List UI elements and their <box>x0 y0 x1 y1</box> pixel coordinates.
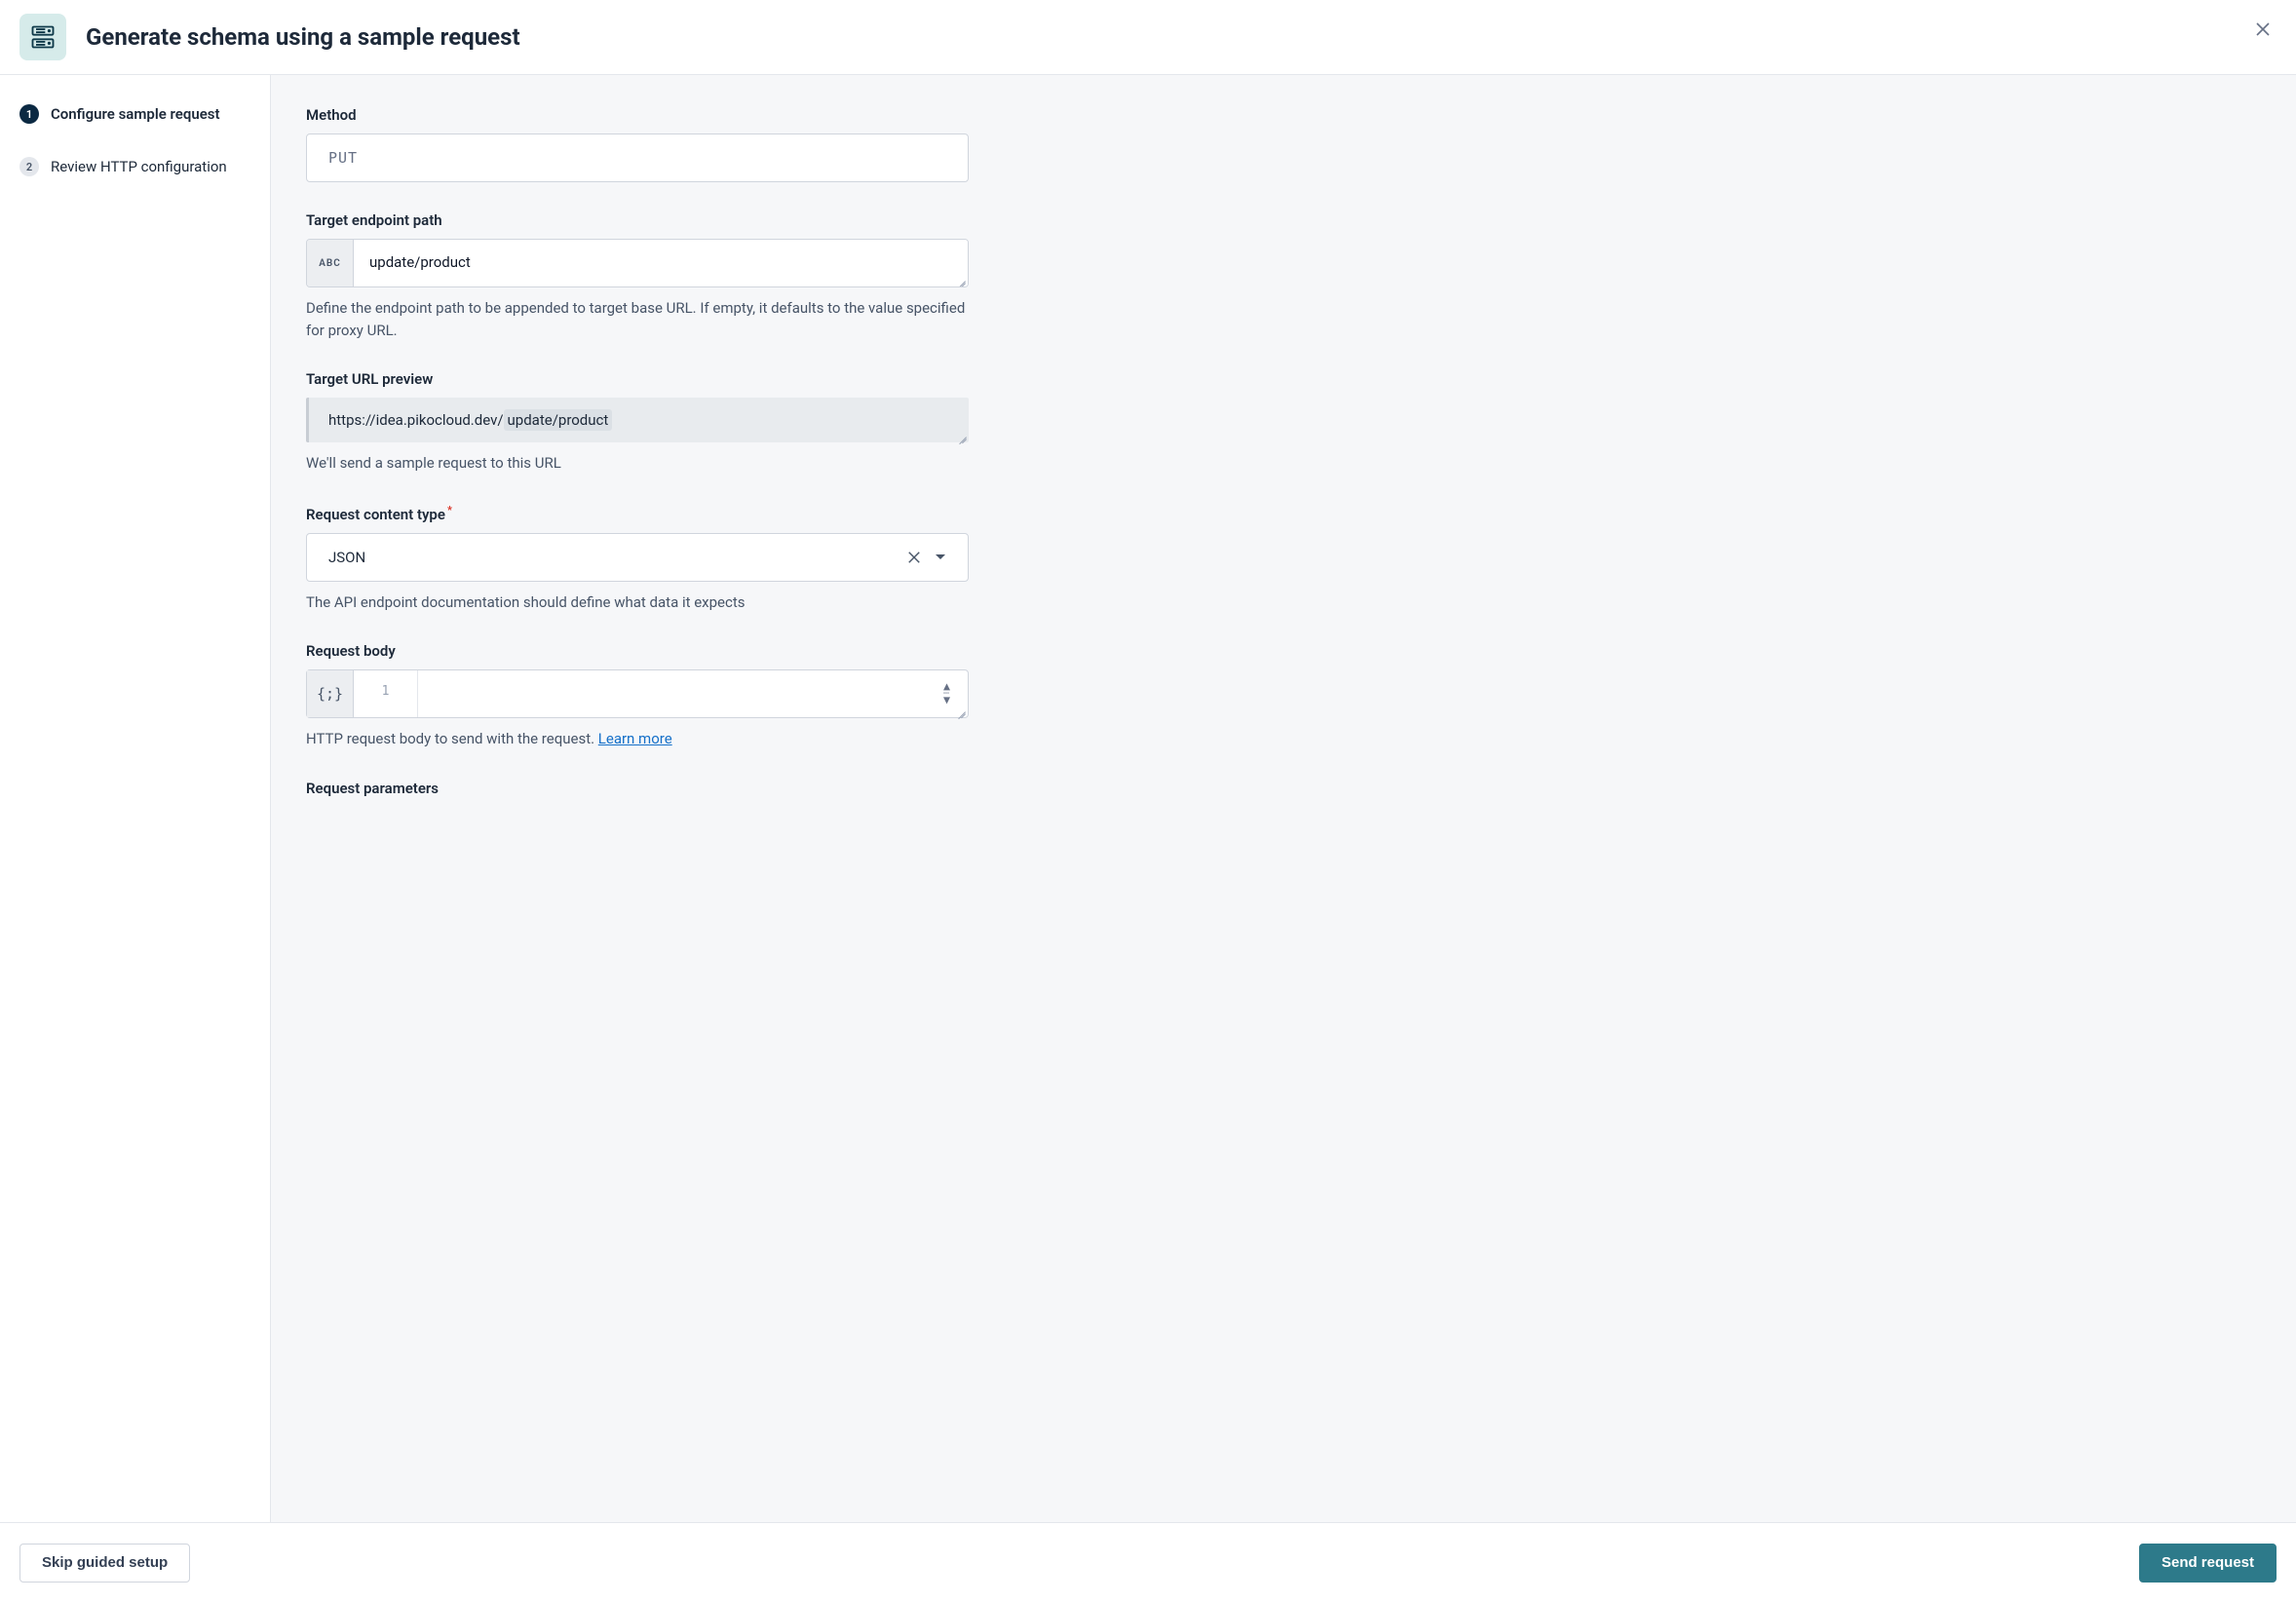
content-type-select[interactable]: JSON <box>306 533 969 582</box>
body-help: HTTP request body to send with the reque… <box>306 728 969 750</box>
close-button[interactable] <box>2249 16 2277 43</box>
content-type-label: Request content type* <box>306 504 969 523</box>
endpoint-help: Define the endpoint path to be appended … <box>306 297 969 341</box>
expand-handle-icon[interactable]: ▴ ┄ ▾ <box>943 684 950 705</box>
step-review-http[interactable]: 2 Review HTTP configuration <box>19 151 254 182</box>
required-indicator: * <box>447 504 452 516</box>
step-label: Review HTTP configuration <box>51 158 227 175</box>
modal-title: Generate schema using a sample request <box>86 23 520 51</box>
clear-icon[interactable] <box>907 551 921 564</box>
method-input[interactable] <box>306 134 969 182</box>
body-editor[interactable]: {;} 1 ▴ ┄ ▾ <box>306 669 969 718</box>
url-preview-box: https://idea.pikocloud.dev/update/produc… <box>306 398 969 442</box>
method-label: Method <box>306 106 969 124</box>
step-label: Configure sample request <box>51 105 220 123</box>
modal-footer: Skip guided setup Send request <box>0 1522 2296 1602</box>
schema-icon <box>19 14 66 60</box>
body-label: Request body <box>306 642 969 660</box>
code-addon-icon: {;} <box>307 670 354 717</box>
step-configure-request[interactable]: 1 Configure sample request <box>19 98 254 130</box>
content-type-value: JSON <box>328 549 365 566</box>
params-label: Request parameters <box>306 780 969 797</box>
endpoint-input[interactable]: update/product <box>354 240 968 286</box>
modal-header: Generate schema using a sample request <box>0 0 2296 75</box>
close-icon <box>2255 21 2271 37</box>
steps-sidebar: 1 Configure sample request 2 Review HTTP… <box>0 75 271 1602</box>
step-number-badge: 2 <box>19 157 39 176</box>
endpoint-input-group: ABC update/product <box>306 239 969 287</box>
send-request-button[interactable]: Send request <box>2139 1544 2277 1583</box>
learn-more-link[interactable]: Learn more <box>598 730 672 747</box>
url-path: update/product <box>504 409 613 431</box>
chevron-down-icon <box>935 552 946 563</box>
url-preview-label: Target URL preview <box>306 370 969 388</box>
skip-guided-setup-button[interactable]: Skip guided setup <box>19 1544 190 1583</box>
step-number-badge: 1 <box>19 104 39 124</box>
url-base: https://idea.pikocloud.dev/ <box>328 411 504 429</box>
form-panel: Method Target endpoint path ABC update/p… <box>271 75 2296 1602</box>
resize-handle-icon <box>957 431 967 440</box>
line-gutter: 1 <box>354 670 418 717</box>
endpoint-label: Target endpoint path <box>306 211 969 229</box>
abc-addon: ABC <box>307 240 354 286</box>
url-preview-help: We'll send a sample request to this URL <box>306 452 969 475</box>
content-type-help: The API endpoint documentation should de… <box>306 591 969 614</box>
